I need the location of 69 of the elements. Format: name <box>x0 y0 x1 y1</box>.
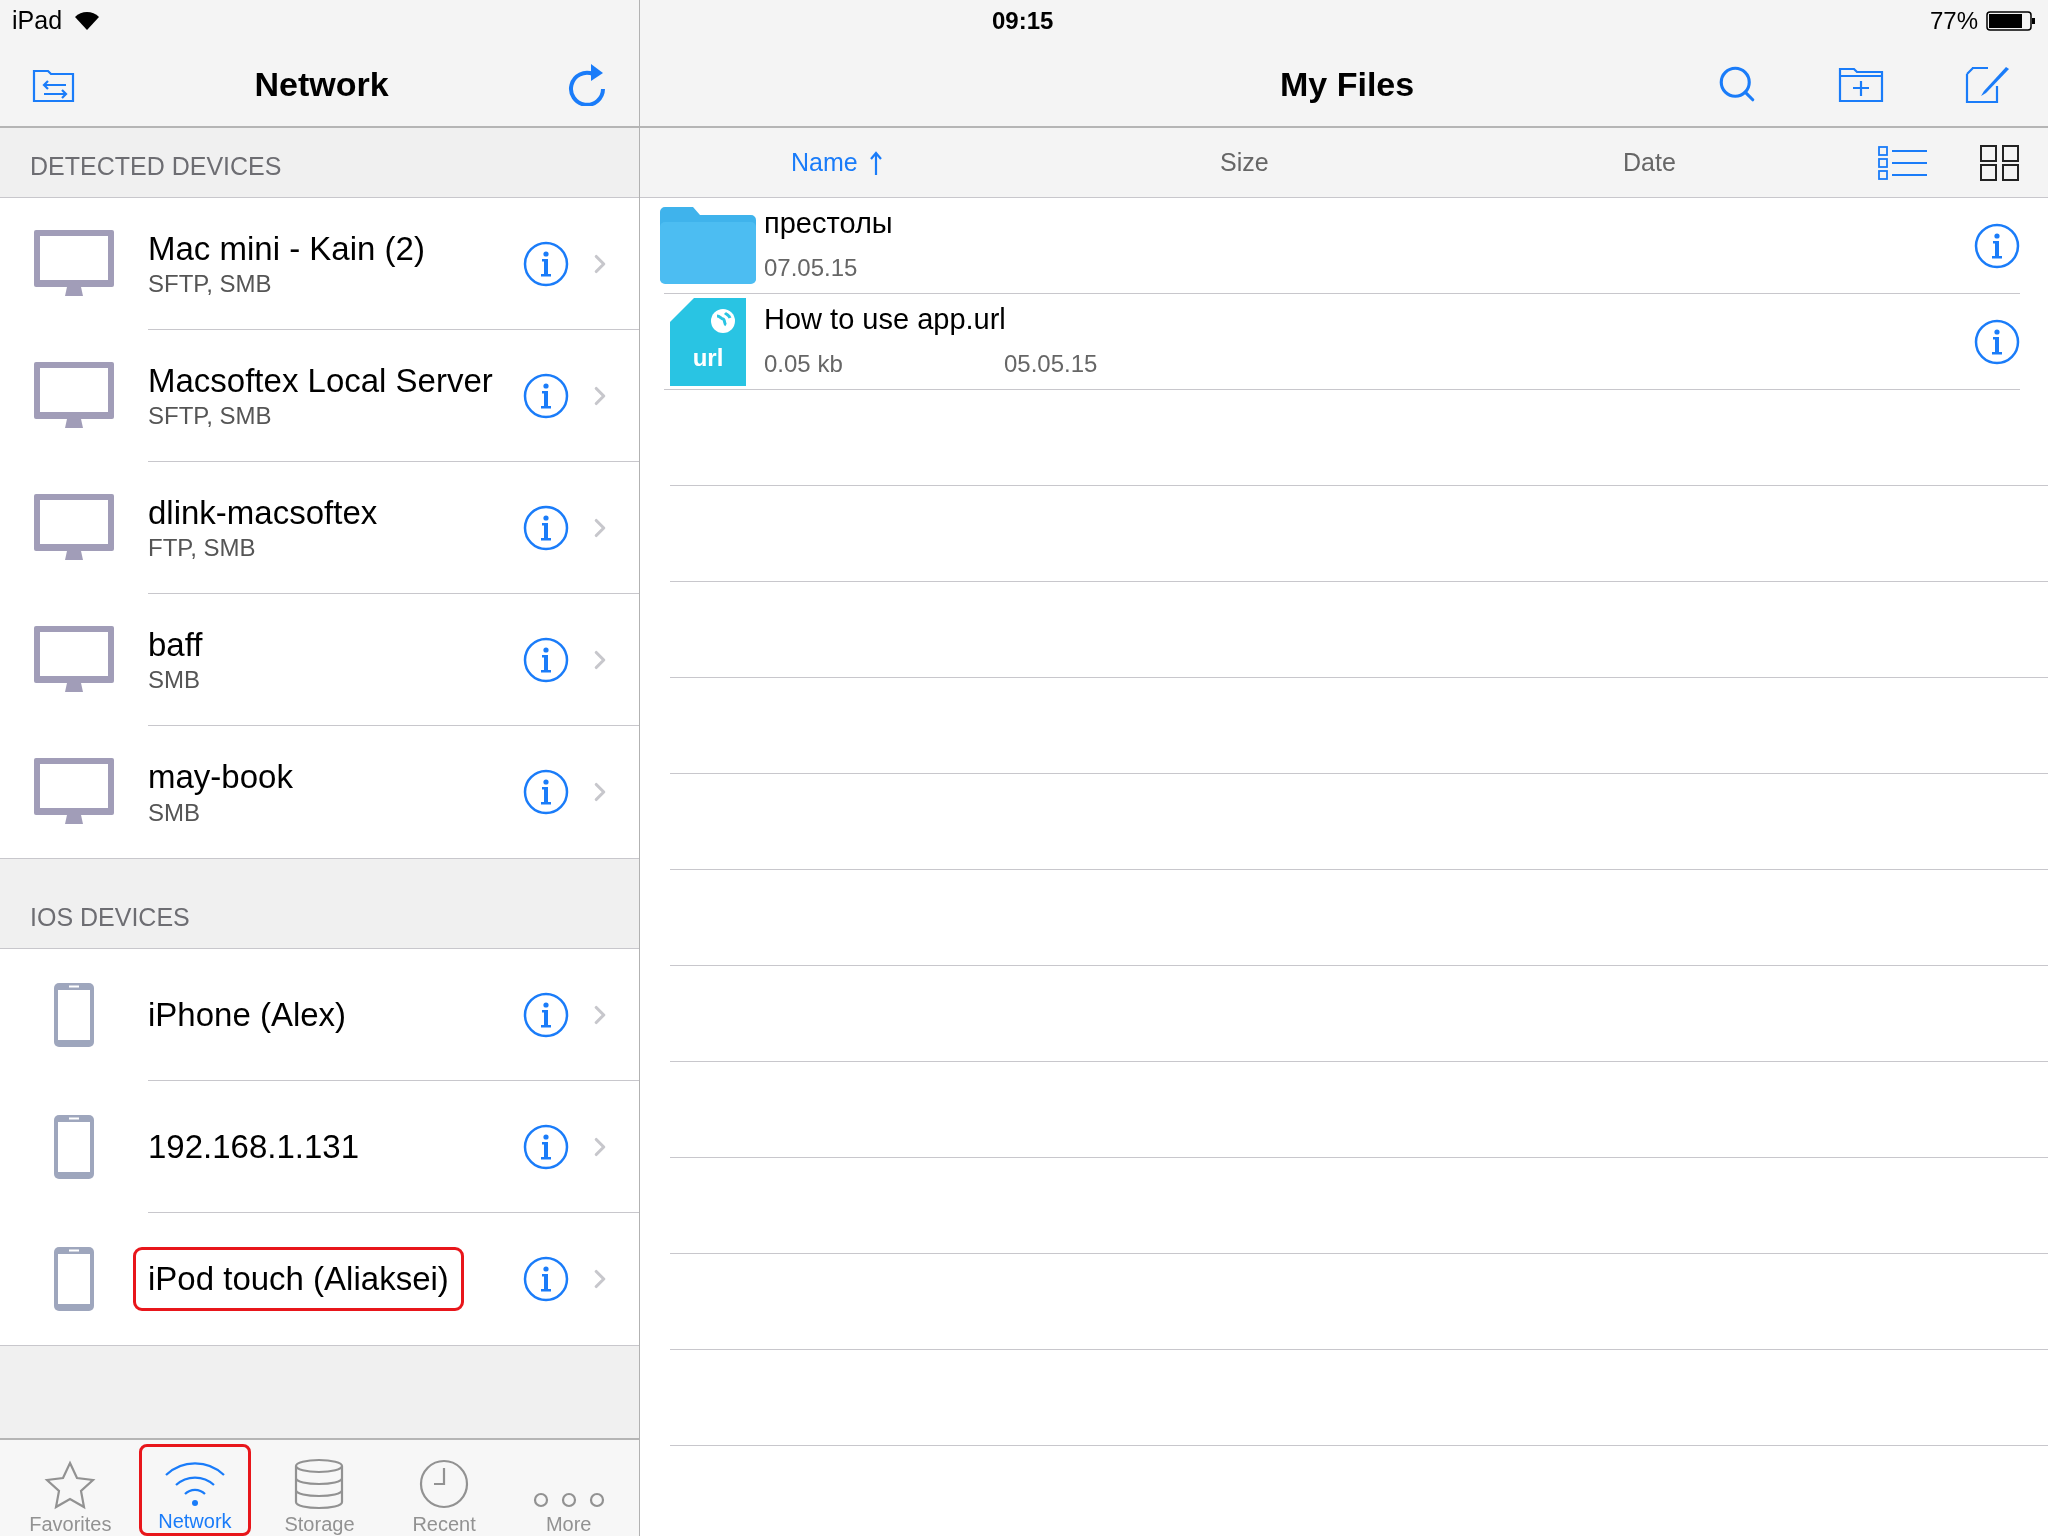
battery-percent: 77% <box>1929 6 1978 36</box>
file-name: престолы <box>764 206 894 242</box>
device-name: Macsoftex Local Server <box>148 360 493 401</box>
file-size: 0.05 kb <box>764 348 844 379</box>
device-name: iPod touch (Aliaksei) <box>136 1250 461 1308</box>
sort-arrow-icon <box>869 150 882 175</box>
info-icon[interactable] <box>523 636 569 683</box>
device-protocols: SMB <box>148 665 201 696</box>
battery-icon <box>1986 11 2036 31</box>
new-folder-icon[interactable] <box>1838 65 1884 103</box>
monitor-icon <box>33 493 115 563</box>
status-time: 09:15 <box>992 6 1054 36</box>
panel-title: Network <box>254 63 389 105</box>
device-protocols: SMB <box>148 797 201 828</box>
device-row[interactable]: dlink-macsoftex FTP, SMB <box>0 462 639 594</box>
info-icon[interactable] <box>523 504 569 551</box>
database-icon <box>293 1458 346 1510</box>
clock-icon <box>418 1458 471 1510</box>
device-name: iPhone (Alex) <box>148 994 347 1035</box>
device-name: may-book <box>148 757 293 798</box>
column-header[interactable]: Size <box>1220 143 1269 182</box>
file-name: How to use app.url <box>764 302 1007 338</box>
column-header[interactable]: Date <box>1623 143 1676 182</box>
wifi-signal-icon <box>74 11 101 31</box>
info-icon[interactable] <box>523 240 569 287</box>
device-protocols: SFTP, SMB <box>148 401 273 432</box>
device-name: dlink-macsoftex <box>148 492 378 533</box>
device-row[interactable]: Mac mini - Kain (2) SFTP, SMB <box>0 198 639 330</box>
tab-button[interactable]: Network <box>138 1444 251 1536</box>
device-protocols: SFTP, SMB <box>148 269 273 300</box>
grid-view-icon[interactable] <box>1980 144 2020 181</box>
section-header: IOS DEVICES <box>30 901 190 933</box>
monitor-icon <box>33 757 115 827</box>
info-icon[interactable] <box>523 372 569 419</box>
section-header: DETECTED DEVICES <box>30 150 282 182</box>
device-row[interactable]: baff SMB <box>0 594 639 726</box>
monitor-icon <box>33 229 115 299</box>
star-icon <box>44 1460 97 1510</box>
info-icon[interactable] <box>1974 222 2020 269</box>
device-protocols: FTP, SMB <box>148 533 257 564</box>
phone-icon <box>53 1246 95 1312</box>
device-row[interactable]: may-book SMB <box>0 726 639 858</box>
info-icon[interactable] <box>523 991 569 1038</box>
refresh-icon[interactable] <box>567 62 607 106</box>
device-name: iPad <box>12 5 63 37</box>
column-header[interactable]: Name <box>791 143 882 182</box>
monitor-icon <box>33 361 115 431</box>
list-view-icon[interactable] <box>1878 144 1928 181</box>
device-name: Mac mini - Kain (2) <box>148 228 425 269</box>
file-date: 07.05.15 <box>764 252 858 283</box>
info-icon[interactable] <box>523 1256 569 1302</box>
phone-icon <box>53 982 95 1048</box>
info-icon[interactable] <box>523 769 569 815</box>
file-date: 05.05.15 <box>1004 348 1098 379</box>
file-row[interactable]: престолы 07.05.15 <box>640 198 2048 294</box>
monitor-icon <box>33 625 115 695</box>
panel-title: My Files <box>1280 63 1415 105</box>
device-name: baff <box>148 624 203 665</box>
file-row[interactable]: url How to use app.url 0.05 kb 05.05.15 <box>640 294 2048 390</box>
device-row[interactable]: 192.168.1.131 <box>0 1081 639 1213</box>
device-name: 192.168.1.131 <box>148 1126 360 1167</box>
device-row[interactable]: iPhone (Alex) <box>0 949 639 1081</box>
info-icon[interactable] <box>523 1123 569 1170</box>
url-file-icon: url <box>670 298 746 386</box>
phone-icon <box>53 1114 95 1180</box>
info-icon[interactable] <box>1974 318 2020 365</box>
edit-icon[interactable] <box>1964 64 2010 104</box>
device-row[interactable]: iPod touch (Aliaksei) <box>0 1213 639 1345</box>
device-row[interactable]: Macsoftex Local Server SFTP, SMB <box>0 330 639 462</box>
